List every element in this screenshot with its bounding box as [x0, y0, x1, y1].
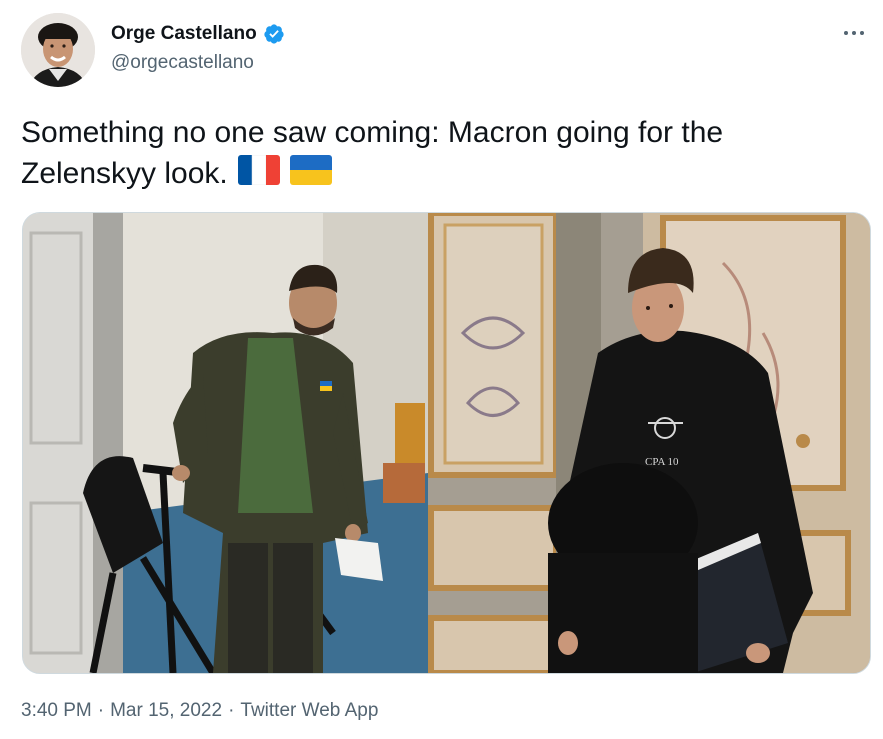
tweet-text: Something no one saw coming: Macron goin…	[21, 112, 861, 194]
flag-france-icon	[238, 155, 281, 185]
verified-badge-icon	[264, 24, 284, 44]
more-horizontal-icon	[844, 31, 848, 35]
tweet-media-photo[interactable]: CPA 10	[22, 212, 871, 674]
avatar-image	[21, 13, 95, 87]
meta-separator: ·	[97, 700, 105, 721]
media-image: CPA 10	[23, 213, 870, 673]
tweet-metadata: 3:40 PM · Mar 15, 2022 · Twitter Web App	[21, 700, 378, 722]
tweet-date[interactable]: Mar 15, 2022	[110, 700, 222, 722]
meta-separator: ·	[228, 700, 235, 721]
author-name-row: Orge Castellano	[111, 21, 285, 47]
tweet-body: Something no one saw coming: Macron goin…	[21, 116, 724, 190]
author-handle[interactable]: @orgecastellano	[111, 52, 254, 74]
author-display-name[interactable]: Orge Castellano	[111, 23, 257, 45]
flag-ukraine-icon	[290, 155, 333, 185]
tweet-time[interactable]: 3:40 PM	[21, 700, 92, 722]
hoodie-text: CPA 10	[645, 456, 679, 468]
tweet-source[interactable]: Twitter Web App	[240, 700, 378, 722]
more-options-button[interactable]	[836, 18, 872, 48]
avatar[interactable]	[21, 13, 95, 87]
